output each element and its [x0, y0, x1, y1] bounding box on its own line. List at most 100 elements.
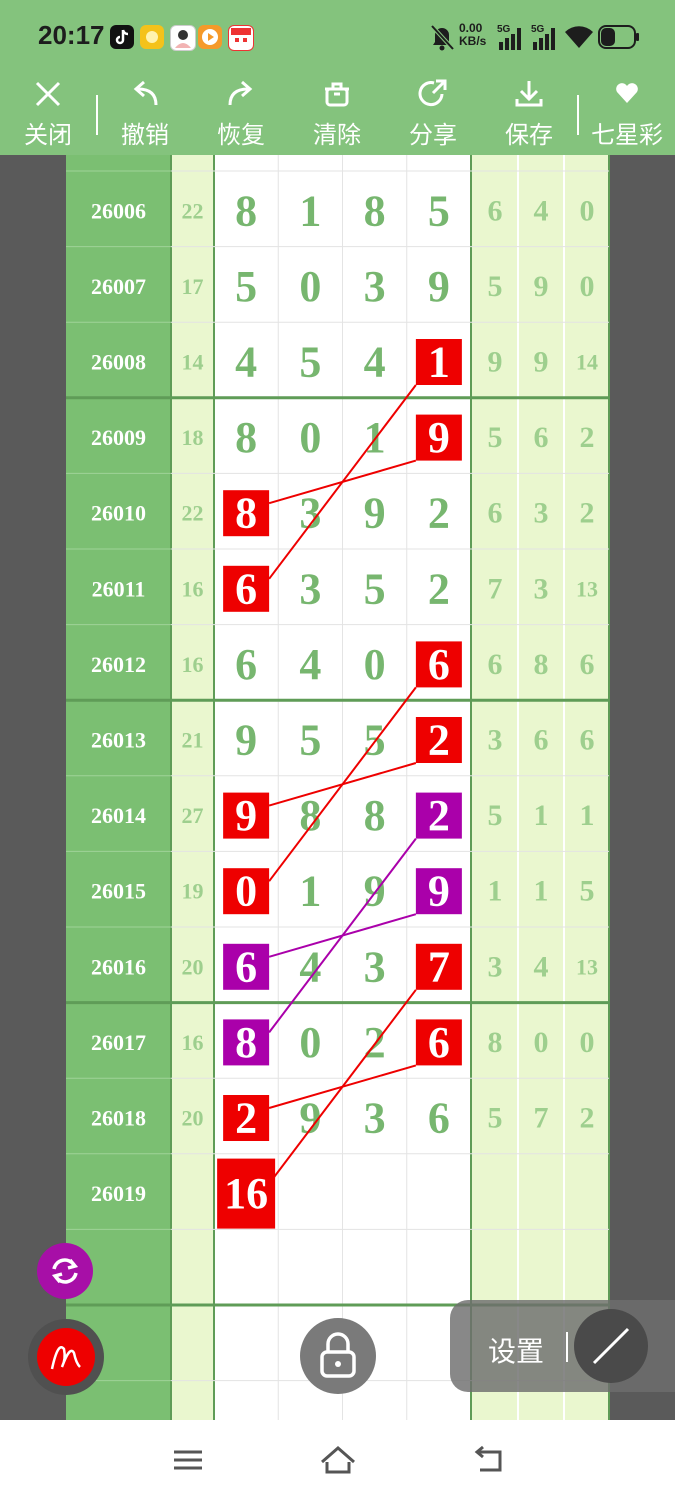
status-bar: 20:17 0.00 KB/s 5G 5G — [0, 0, 675, 75]
heart-icon — [616, 83, 638, 103]
refresh-icon — [51, 1258, 79, 1284]
sun-app-icon — [140, 25, 164, 49]
line-tool-button[interactable] — [574, 1309, 648, 1383]
back-icon[interactable] — [468, 1440, 508, 1480]
pen-button[interactable] — [28, 1319, 104, 1395]
download-icon — [515, 81, 543, 107]
menu-icon[interactable] — [168, 1440, 208, 1480]
save-button[interactable]: 保存 — [481, 75, 577, 155]
issue-column — [66, 155, 171, 1420]
close-button[interactable]: 关闭 — [0, 75, 96, 155]
digit: 5 — [428, 186, 450, 235]
issue-number: 26016 — [91, 954, 146, 979]
marked-digit: 7 — [428, 942, 450, 991]
marked-digit: 8 — [235, 489, 257, 538]
marked-digit: 6 — [428, 640, 450, 689]
tiktok-icon — [110, 25, 134, 49]
trend-grid[interactable]: 26006 22 8 1 8 5 6 4 026007 17 5 0 3 9 5 9 026008 14 4 5 4 1 9… — [0, 155, 675, 1420]
sum-value: 20 — [182, 1106, 204, 1131]
trash-icon — [325, 82, 349, 107]
right-value: 6 — [580, 648, 595, 681]
sum-value: 14 — [182, 350, 204, 375]
right-value: 2 — [580, 497, 595, 530]
right-value: 5 — [488, 270, 503, 303]
right-value: 3 — [488, 950, 503, 983]
clock: 20:17 — [38, 20, 105, 50]
sum-value: 22 — [182, 501, 204, 526]
digit: 8 — [364, 186, 386, 235]
marked-digit: 2 — [428, 716, 450, 765]
undo-button[interactable]: 撤销 — [97, 75, 193, 155]
digit: 8 — [364, 791, 386, 840]
digit: 8 — [235, 413, 257, 462]
digit: 0 — [299, 262, 321, 311]
right-value: 7 — [534, 1102, 549, 1135]
signal-icon: 5G — [497, 22, 527, 52]
digit: 1 — [299, 186, 321, 235]
right-value: 3 — [534, 497, 549, 530]
sum-value: 22 — [182, 198, 204, 223]
digit: 3 — [299, 564, 321, 613]
toolbar: 关闭 撤销 恢复 清除 分享 保存 七星彩 — [0, 75, 675, 155]
right-value: 13 — [576, 576, 598, 601]
issue-number: 26018 — [91, 1106, 146, 1131]
right-value: 9 — [534, 346, 549, 379]
right-value: 6 — [488, 497, 503, 530]
issue-number: 26008 — [91, 350, 146, 375]
marked-digit: 6 — [235, 564, 257, 613]
share-button[interactable]: 分享 — [385, 75, 481, 155]
marked-digit: 16 — [224, 1169, 268, 1218]
digit: 2 — [428, 489, 450, 538]
right-value: 6 — [488, 648, 503, 681]
right-value: 6 — [580, 724, 595, 757]
issue-number: 26011 — [92, 576, 146, 601]
redo-label: 恢复 — [217, 121, 265, 149]
digit: 9 — [235, 716, 257, 765]
chart-board[interactable]: 26006 22 8 1 8 5 6 4 0 26007 17 5 0 3 9 5 9 0 26008 14 4 5 4 1 9… — [0, 155, 675, 1420]
right-value: 1 — [488, 875, 503, 908]
share-label: 分享 — [409, 121, 457, 149]
digit: 4 — [299, 640, 321, 689]
digit: 9 — [364, 867, 386, 916]
save-label: 保存 — [505, 121, 553, 149]
pen-icon — [50, 1346, 81, 1370]
svg-text:5G: 5G — [497, 24, 511, 35]
lock-button[interactable] — [300, 1318, 376, 1394]
sum-value: 21 — [182, 728, 204, 753]
clear-button[interactable]: 清除 — [289, 75, 385, 155]
navigation-bar — [0, 1420, 675, 1500]
home-icon[interactable] — [318, 1440, 358, 1480]
mute-icon — [428, 22, 456, 52]
svg-text:5G: 5G — [531, 24, 545, 35]
lottery-type-label: 七星彩 — [591, 121, 663, 149]
refresh-button[interactable] — [37, 1243, 93, 1299]
sum-value: 27 — [182, 803, 204, 828]
redo-button[interactable]: 恢复 — [193, 75, 289, 155]
issue-number: 26015 — [91, 879, 146, 904]
marked-digit: 2 — [235, 1094, 257, 1143]
digit: 1 — [364, 413, 386, 462]
marked-digit: 9 — [428, 867, 450, 916]
digit: 9 — [364, 489, 386, 538]
issue-number: 26009 — [91, 425, 146, 450]
clear-label: 清除 — [313, 121, 361, 149]
digit: 0 — [299, 413, 321, 462]
right-value: 5 — [488, 421, 503, 454]
settings-button[interactable]: 设置 — [488, 1330, 544, 1370]
issue-number: 26007 — [91, 274, 146, 299]
right-value: 0 — [580, 194, 595, 227]
digit: 4 — [364, 338, 386, 387]
digit: 0 — [299, 1018, 321, 1067]
close-icon — [35, 81, 61, 107]
issue-number: 26014 — [91, 803, 146, 828]
lottery-type-button[interactable]: 七星彩 — [579, 75, 675, 155]
right-value: 0 — [580, 270, 595, 303]
avatar-app-icon — [170, 25, 196, 51]
digit: 5 — [299, 716, 321, 765]
calendar-app-icon — [228, 25, 254, 51]
issue-number: 26010 — [91, 501, 146, 526]
signal-icon: 5G — [531, 22, 561, 52]
right-value: 9 — [488, 346, 503, 379]
sum-value: 16 — [182, 652, 204, 677]
right-value: 8 — [534, 648, 549, 681]
